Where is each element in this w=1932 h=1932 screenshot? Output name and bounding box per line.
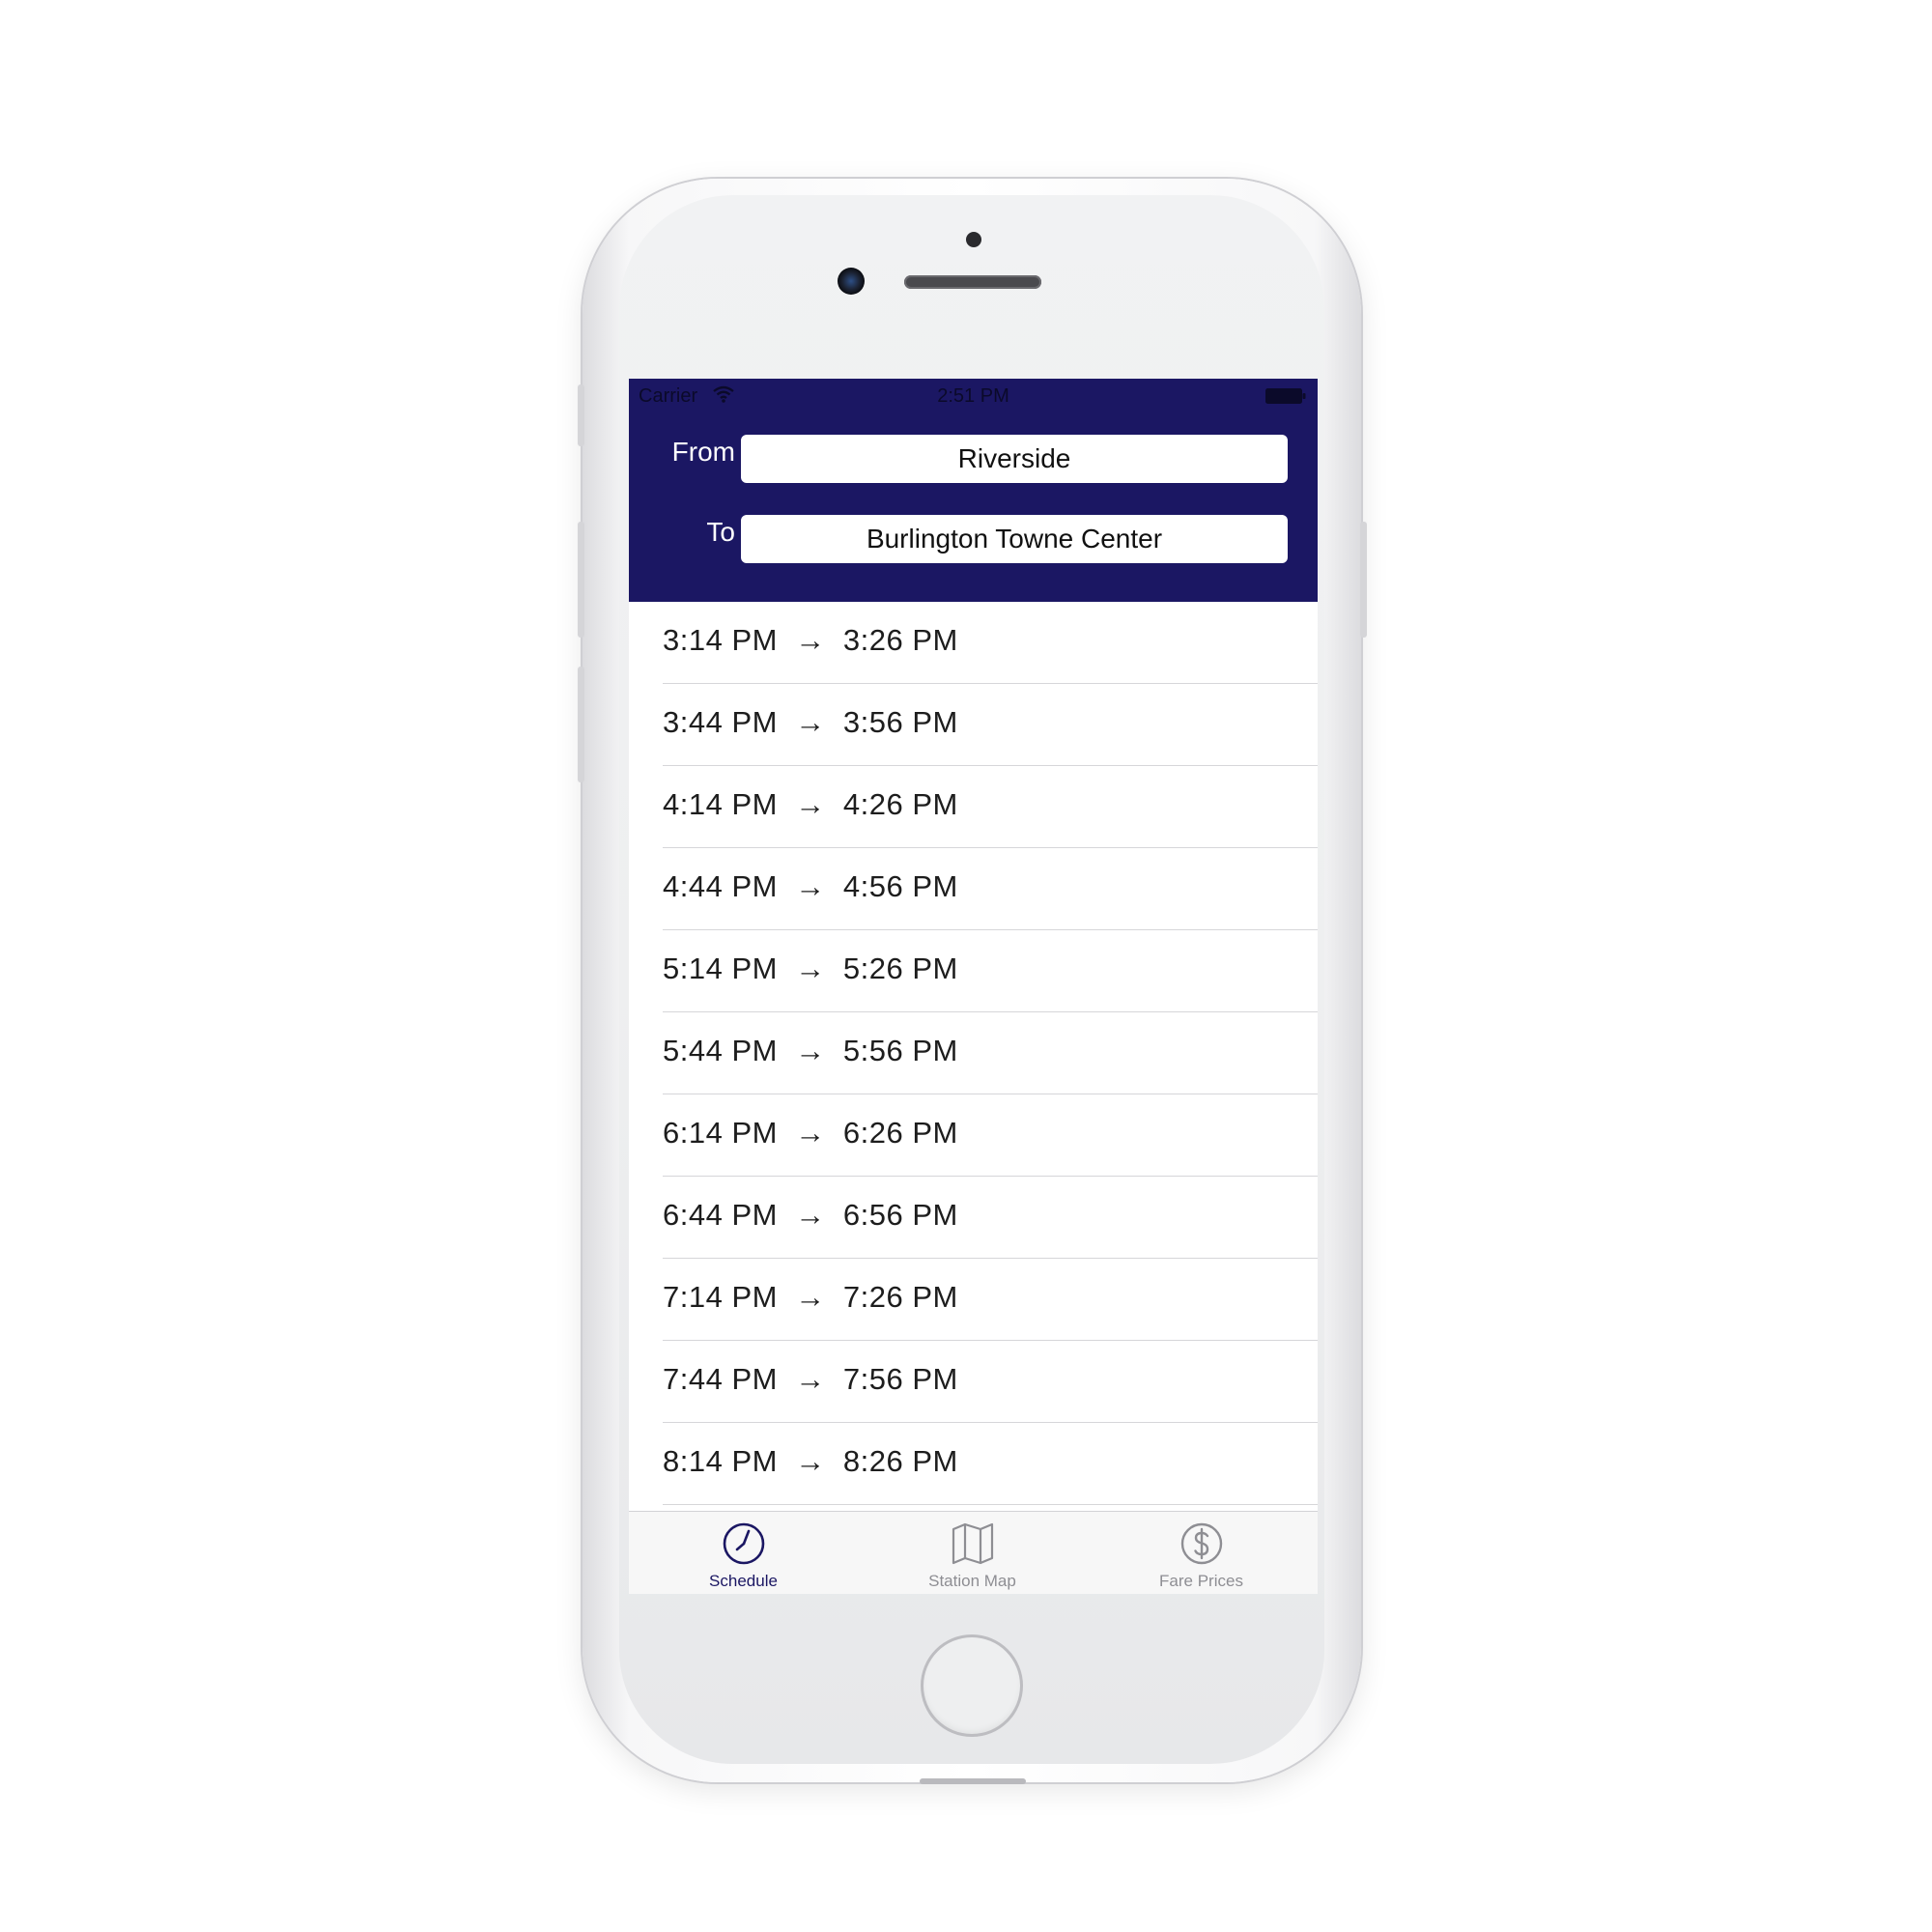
trip-row[interactable]: 4:14 PM → 4:26 PM xyxy=(629,766,1318,848)
trip-row[interactable]: 4:44 PM → 4:56 PM xyxy=(629,848,1318,930)
mute-switch xyxy=(578,384,584,446)
trip-row[interactable]: 5:14 PM → 5:26 PM xyxy=(629,930,1318,1012)
trip-row[interactable]: 7:44 PM → 7:56 PM xyxy=(629,1341,1318,1423)
power-button xyxy=(1360,522,1367,638)
trip-row[interactable]: 6:14 PM → 6:26 PM xyxy=(629,1094,1318,1177)
trip-times: 7:44 PM → 7:56 PM xyxy=(663,1362,958,1396)
proximity-sensor xyxy=(966,232,981,247)
tab-station-map[interactable]: Station Map xyxy=(858,1512,1087,1594)
trip-times: 6:14 PM → 6:26 PM xyxy=(663,1116,958,1150)
tab-station-map-label: Station Map xyxy=(928,1572,1016,1590)
route-header: Carrier 2:51 PM From Riverside To Burlin… xyxy=(629,379,1318,602)
app-screen: Carrier 2:51 PM From Riverside To Burlin… xyxy=(629,379,1318,1594)
trip-times: 5:44 PM → 5:56 PM xyxy=(663,1034,958,1067)
from-label: From xyxy=(671,437,735,467)
trip-times: 5:14 PM → 5:26 PM xyxy=(663,952,958,985)
volume-up-button xyxy=(578,522,584,638)
dollar-icon xyxy=(1180,1522,1223,1565)
status-time: 2:51 PM xyxy=(937,385,1009,407)
trip-times: 3:44 PM → 3:56 PM xyxy=(663,705,958,739)
trip-times: 3:14 PM → 3:26 PM xyxy=(663,623,958,657)
map-icon xyxy=(952,1522,994,1565)
tab-fare-prices-label: Fare Prices xyxy=(1159,1572,1243,1590)
to-label: To xyxy=(706,517,735,547)
earpiece-speaker xyxy=(904,275,1041,289)
bottom-edge xyxy=(920,1778,1026,1784)
trip-times: 6:44 PM → 6:56 PM xyxy=(663,1198,958,1232)
clock-icon xyxy=(723,1522,765,1565)
trip-row[interactable]: 8:14 PM → 8:26 PM xyxy=(629,1423,1318,1505)
tab-schedule[interactable]: Schedule xyxy=(629,1512,858,1594)
trip-list[interactable]: 3:14 PM → 3:26 PM 3:44 PM → 3:56 PM 4:14… xyxy=(629,602,1318,1520)
status-bar: Carrier 2:51 PM xyxy=(629,379,1318,412)
trip-row[interactable]: 5:44 PM → 5:56 PM xyxy=(629,1012,1318,1094)
to-station-field[interactable]: Burlington Towne Center xyxy=(741,515,1288,563)
home-button[interactable] xyxy=(921,1634,1023,1737)
trip-row[interactable]: 6:44 PM → 6:56 PM xyxy=(629,1177,1318,1259)
row-divider xyxy=(663,1504,1318,1505)
battery-icon xyxy=(1265,388,1306,404)
volume-down-button xyxy=(578,667,584,782)
trip-row[interactable]: 3:44 PM → 3:56 PM xyxy=(629,684,1318,766)
trip-times: 8:14 PM → 8:26 PM xyxy=(663,1444,958,1478)
from-station-field[interactable]: Riverside xyxy=(741,435,1288,483)
tab-fare-prices[interactable]: Fare Prices xyxy=(1087,1512,1316,1594)
trip-times: 7:14 PM → 7:26 PM xyxy=(663,1280,958,1314)
tab-bar: Schedule Station Map Fare Prices xyxy=(629,1511,1318,1594)
trip-row[interactable]: 7:14 PM → 7:26 PM xyxy=(629,1259,1318,1341)
trip-row[interactable]: 3:14 PM → 3:26 PM xyxy=(629,602,1318,684)
trip-times: 4:44 PM → 4:56 PM xyxy=(663,869,958,903)
front-camera-icon xyxy=(838,268,865,295)
tab-schedule-label: Schedule xyxy=(709,1572,778,1590)
trip-times: 4:14 PM → 4:26 PM xyxy=(663,787,958,821)
